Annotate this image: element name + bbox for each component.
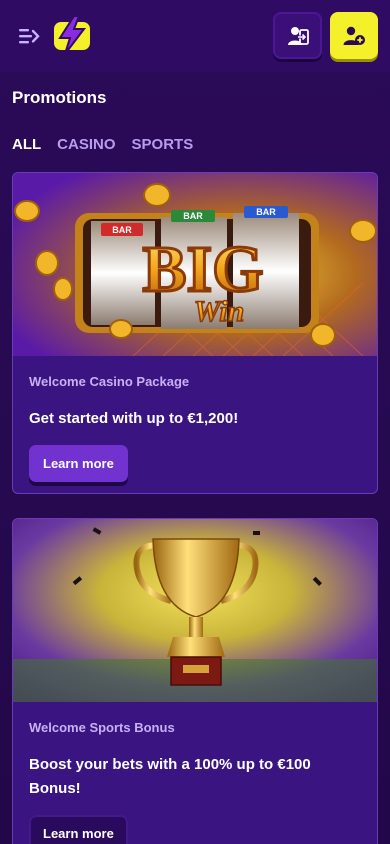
learn-more-button[interactable]: Learn more [29, 445, 128, 482]
promotion-subtitle: Welcome Sports Bonus [29, 720, 175, 735]
promotion-headline: Boost your bets with a 100% up to €100 B… [29, 756, 311, 797]
card-body: Welcome Sports Bonus Boost your bets wit… [13, 720, 377, 844]
top-header [0, 0, 390, 72]
reel-symbol: BAR [256, 207, 276, 217]
promotion-card-casino: BAR BAR BAR BIG Win Welcome Casino Packa… [12, 172, 378, 494]
reel-symbol: BAR [183, 211, 203, 221]
promotion-subtitle: Welcome Casino Package [29, 374, 190, 389]
learn-more-button[interactable]: Learn more [29, 815, 128, 844]
win-text: Win [194, 295, 245, 328]
tab-sports[interactable]: SPORTS [132, 136, 194, 153]
promotion-tabs: ALL CASINO SPORTS [12, 136, 193, 153]
login-button[interactable] [273, 12, 322, 59]
menu-collapse-icon[interactable] [18, 26, 40, 46]
page-title: Promotions [12, 88, 107, 107]
big-win-slot-image: BAR BAR BAR BIG Win [13, 173, 377, 356]
register-button[interactable] [330, 12, 378, 59]
trophy-image [13, 519, 377, 702]
page: Promotions ALL CASINO SPORTS BAR BAR BAR… [0, 0, 390, 844]
user-login-icon [287, 26, 309, 45]
tab-all[interactable]: ALL [12, 136, 41, 153]
user-add-icon [343, 26, 365, 45]
tab-casino[interactable]: CASINO [57, 136, 115, 153]
card-body: Welcome Casino Package Get started with … [13, 374, 377, 482]
promotion-headline: Get started with up to €1,200! [29, 410, 239, 427]
lightning-bolt-logo[interactable] [52, 14, 92, 56]
reel-symbol: BAR [112, 225, 132, 235]
promotion-card-sports: Welcome Sports Bonus Boost your bets wit… [12, 518, 378, 844]
